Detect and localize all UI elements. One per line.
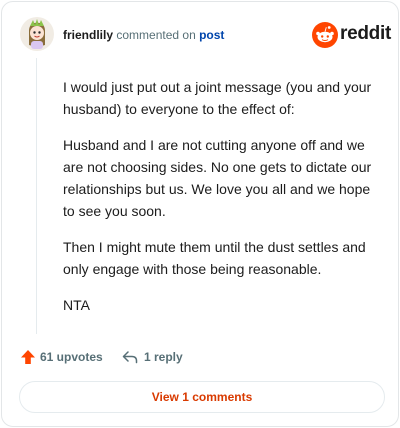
upvote-arrow-icon <box>21 350 35 364</box>
comment-paragraph: I would just put out a joint message (yo… <box>63 79 372 117</box>
comment-meta: friendlily commented on post <box>63 28 224 42</box>
upvote-button[interactable]: 61 upvotes <box>20 346 103 368</box>
reddit-snoo-icon <box>312 22 338 48</box>
view-comments-button[interactable]: View 1 comments <box>19 381 385 413</box>
avatar-image <box>20 17 54 51</box>
reply-arrow-icon <box>122 351 138 364</box>
post-link[interactable]: post <box>199 28 224 42</box>
comment-card: friendlily commented on post reddit I wo… <box>1 1 399 427</box>
action-text: commented on <box>116 28 196 42</box>
comment-paragraph: NTA <box>63 297 90 313</box>
comment-header: friendlily commented on post reddit <box>20 17 391 53</box>
comment-paragraph: Then I might mute them until the dust se… <box>63 239 366 277</box>
user-avatar[interactable] <box>20 17 54 51</box>
reply-button[interactable]: 1 reply <box>122 346 183 368</box>
upvote-count: 61 upvotes <box>40 350 103 364</box>
reddit-wordmark: reddit <box>340 23 391 44</box>
comment-paragraph: Husband and I are not cutting anyone off… <box>63 137 372 219</box>
thread-line <box>36 58 37 334</box>
comment-actions: 61 upvotes 1 reply <box>20 346 384 368</box>
reply-count: 1 reply <box>144 350 183 364</box>
reddit-logo[interactable]: reddit <box>312 22 391 48</box>
comment-body: I would just put out a joint message (yo… <box>63 76 381 330</box>
username-link[interactable]: friendlily <box>63 28 113 42</box>
